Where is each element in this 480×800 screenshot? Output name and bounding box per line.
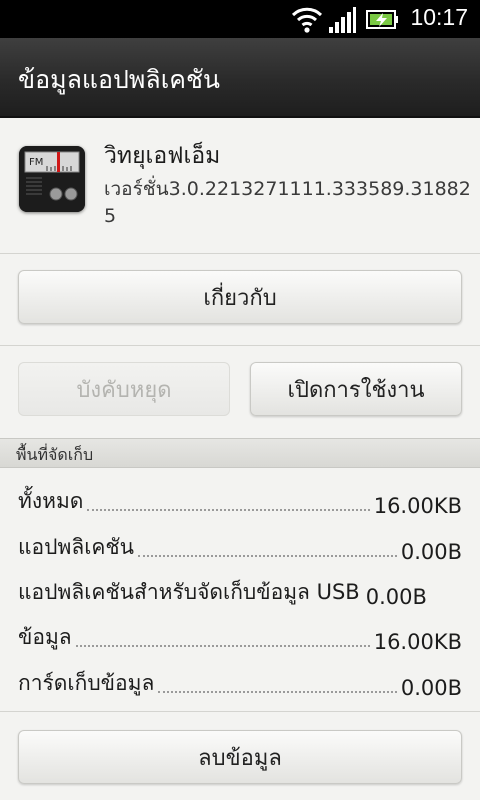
actions-section: บังคับหยุด เปิดการใช้งาน (0, 346, 480, 438)
leader-dots (138, 555, 397, 557)
storage-row-sd-card: การ์ดเก็บข้อมูล 0.00B (18, 660, 462, 700)
force-stop-button[interactable]: บังคับหยุด (18, 362, 230, 416)
leader-dots (87, 509, 370, 511)
wifi-icon (291, 7, 323, 33)
app-version: เวอร์ชั่น3.0.2213271111.333589.318825 (104, 178, 471, 227)
fm-radio-icon: FM (19, 146, 85, 212)
status-bar: 10:17 (0, 0, 480, 38)
battery-charging-icon (366, 10, 398, 29)
app-header: FM วิทยุเอฟเอ็ม เวอร์ชั่น3.0.2213271111.… (0, 118, 480, 254)
app-name: วิทยุเอฟเอ็ม (104, 143, 221, 169)
storage-row-label: ข้อมูล (18, 625, 72, 649)
storage-header-label: พื้นที่จัดเก็บ (16, 445, 94, 464)
storage-row-label: แอปพลิเคชัน (18, 535, 135, 559)
title-bar: ข้อมูลแอปพลิเคชัน (0, 38, 480, 118)
leader-dots (158, 691, 397, 693)
storage-row-value: 0.00B (365, 585, 427, 609)
storage-row-application: แอปพลิเคชัน 0.00B (18, 524, 462, 564)
storage-row-value: 0.00B (400, 540, 462, 564)
storage-row-label: การ์ดเก็บข้อมูล (18, 671, 155, 695)
clock: 10:17 (410, 4, 468, 30)
about-section: เกี่ยวกับ (0, 254, 480, 346)
storage-section-header: พื้นที่จัดเก็บ (0, 438, 480, 468)
storage-row-data: ข้อมูล 16.00KB (18, 614, 462, 654)
clear-data-section: ลบข้อมูล (0, 712, 480, 800)
signal-icon (329, 7, 356, 33)
storage-row-value: 0.00B (400, 676, 462, 700)
storage-row-label: ทั้งหมด (18, 489, 84, 513)
storage-row-value: 16.00KB (373, 494, 462, 518)
storage-row-label: แอปพลิเคชันสำหรับจัดเก็บข้อมูล USB (18, 580, 360, 604)
storage-row-value: 16.00KB (373, 630, 462, 654)
storage-row-total: ทั้งหมด 16.00KB (18, 478, 462, 518)
page-title: ข้อมูลแอปพลิเคชัน (18, 65, 221, 94)
enable-button[interactable]: เปิดการใช้งาน (250, 362, 462, 416)
fm-icon-text: FM (29, 157, 43, 168)
leader-dots (75, 645, 370, 647)
storage-row-usb-app: แอปพลิเคชันสำหรับจัดเก็บข้อมูล USB 0.00B (18, 569, 462, 609)
storage-list: ทั้งหมด 16.00KB แอปพลิเคชัน 0.00B แอปพลิ… (0, 468, 480, 712)
clear-data-button[interactable]: ลบข้อมูล (18, 730, 462, 784)
about-button[interactable]: เกี่ยวกับ (18, 270, 462, 324)
